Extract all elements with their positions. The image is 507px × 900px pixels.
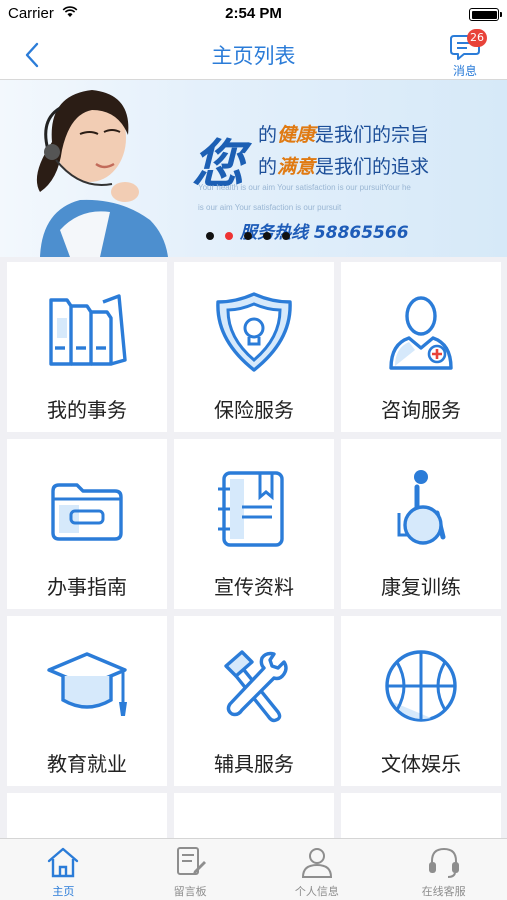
customer-service-agent-image <box>36 90 168 257</box>
menu-item-label: 宣传资料 <box>214 575 294 599</box>
carousel-dot[interactable] <box>225 232 233 240</box>
tab-label: 主页 <box>52 885 75 898</box>
messages-badge: 26 <box>467 29 487 47</box>
wheelchair-icon <box>379 467 463 551</box>
menu-item[interactable]: 辅具服务 <box>174 616 334 786</box>
messages-label: 消息 <box>452 64 477 78</box>
user-icon <box>299 845 335 879</box>
menu-item[interactable]: 我的事务 <box>7 262 167 432</box>
service-grid: 我的事务 保险服务 咨询服务 办事指南 宣传资料 康复训练 教育就业 辅具服务 … <box>7 262 501 838</box>
banner-carousel[interactable]: 您 的健康是我们的宗旨 的满意是我们的追求 Your health is our… <box>0 80 507 257</box>
battery-icon <box>469 8 502 21</box>
tab-label: 个人信息 <box>294 885 339 898</box>
messages-button[interactable]: 26 消息 <box>445 29 487 78</box>
tab-label: 留言板 <box>173 885 207 898</box>
clock: 2:54 PM <box>225 5 282 22</box>
menu-item-label: 文体娱乐 <box>381 752 461 776</box>
folder-icon <box>45 467 129 551</box>
menu-item[interactable]: 咨询服务 <box>341 262 501 432</box>
basketball-icon <box>379 644 463 728</box>
doctor-icon <box>379 290 463 374</box>
carousel-pager[interactable] <box>206 232 290 240</box>
shield-bulb-icon <box>212 290 296 374</box>
banner-subtitle: Your health is our aim Your satisfaction… <box>198 183 411 192</box>
nav-bar: 主页列表 26 消息 <box>0 28 507 80</box>
banner-line-1: 的健康是我们的宗旨 <box>258 124 430 146</box>
carousel-dot[interactable] <box>206 232 214 240</box>
menu-item-label: 辅具服务 <box>214 752 294 776</box>
home-icon <box>45 845 81 879</box>
carousel-dot[interactable] <box>244 232 252 240</box>
message-board-icon <box>172 845 208 879</box>
menu-item[interactable] <box>7 793 167 838</box>
status-bar: Carrier 2:54 PM <box>0 0 507 28</box>
menu-item[interactable] <box>341 793 501 838</box>
tab-user[interactable]: 个人信息 <box>254 839 381 900</box>
tab-bar: 主页 留言板 个人信息 在线客服 <box>0 838 507 900</box>
menu-item[interactable]: 康复训练 <box>341 439 501 609</box>
folders-icon <box>45 290 129 374</box>
menu-item-label: 保险服务 <box>214 398 294 422</box>
menu-item-label: 教育就业 <box>47 752 127 776</box>
tools-icon <box>212 644 296 728</box>
graduation-cap-icon <box>45 644 129 728</box>
menu-item-label: 咨询服务 <box>381 398 461 422</box>
menu-item[interactable]: 保险服务 <box>174 262 334 432</box>
menu-item-label: 我的事务 <box>47 398 127 422</box>
banner-line-2: 的满意是我们的追求 <box>258 156 430 178</box>
notebook-icon <box>212 467 296 551</box>
menu-item[interactable]: 宣传资料 <box>174 439 334 609</box>
menu-item[interactable]: 教育就业 <box>7 616 167 786</box>
page-title: 主页列表 <box>211 44 296 68</box>
menu-item-label: 办事指南 <box>47 575 127 599</box>
carousel-dot[interactable] <box>282 232 290 240</box>
banner-subtitle-2: is our aim Your satisfaction is our purs… <box>198 203 342 212</box>
tab-label: 在线客服 <box>421 885 466 898</box>
carousel-dot[interactable] <box>263 232 271 240</box>
menu-item[interactable] <box>174 793 334 838</box>
menu-item-label: 康复训练 <box>381 575 461 599</box>
headset-icon <box>426 845 462 879</box>
tab-message-board[interactable]: 留言板 <box>127 839 254 900</box>
menu-item[interactable]: 文体娱乐 <box>341 616 501 786</box>
menu-item[interactable]: 办事指南 <box>7 439 167 609</box>
tab-headset[interactable]: 在线客服 <box>380 839 507 900</box>
tab-home[interactable]: 主页 <box>0 839 127 900</box>
